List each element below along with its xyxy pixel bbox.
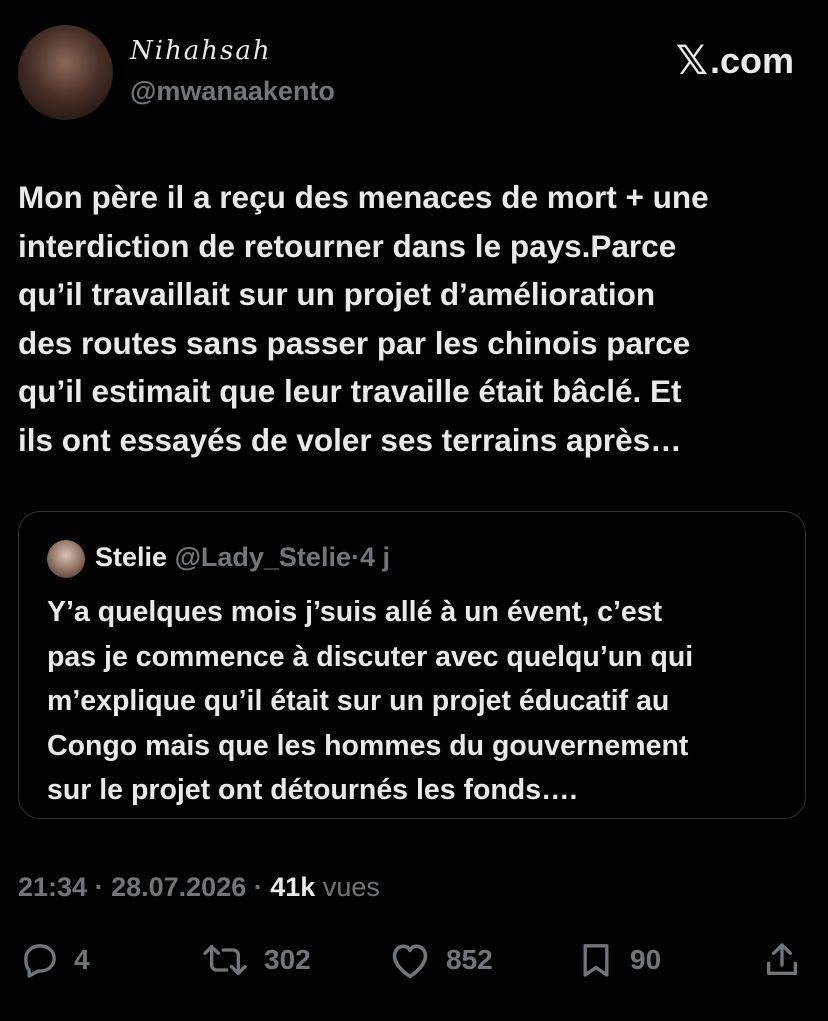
views-count: 41k	[270, 872, 316, 902]
tweet-meta: 21:34 · 28.07.2026 · 41k vues	[18, 872, 380, 903]
reply-icon	[20, 940, 60, 980]
reply-count: 4	[74, 944, 90, 975]
author-handle[interactable]: @mwanaakento	[130, 76, 335, 107]
x-logo: 𝕏 .com	[676, 38, 794, 84]
bookmark-count: 90	[630, 944, 662, 975]
quoted-text: Y’a quelques mois j’suis allé à un évent…	[47, 596, 694, 806]
like-count: 852	[446, 944, 493, 975]
meta-separator: ·	[253, 872, 263, 902]
bookmark-button[interactable]: 90	[576, 940, 661, 980]
x-logo-icon: 𝕏	[675, 38, 708, 84]
reply-button[interactable]: 4	[20, 940, 90, 980]
brand-domain: .com	[709, 40, 794, 81]
quoted-time[interactable]: 4 j	[360, 542, 390, 572]
retweet-count: 302	[264, 944, 311, 975]
tweet-text: Mon père il a reçu des menaces de mort +…	[18, 179, 709, 458]
tweet-time[interactable]: 21:34	[18, 872, 87, 902]
quoted-name[interactable]: Stelie	[95, 542, 167, 572]
retweet-icon	[200, 940, 250, 980]
retweet-button[interactable]: 302	[200, 940, 311, 980]
author-avatar[interactable]	[18, 25, 113, 120]
quoted-header: Stelie @Lady_Stelie·4 j	[95, 542, 390, 573]
like-button[interactable]: 852	[388, 940, 493, 980]
share-icon	[762, 940, 802, 980]
quoted-handle[interactable]: @Lady_Stelie	[175, 542, 351, 572]
bookmark-icon	[576, 940, 616, 980]
quoted-tweet[interactable]: Stelie @Lady_Stelie·4 j Y’a quelques moi…	[18, 511, 806, 819]
quoted-avatar[interactable]	[47, 540, 85, 578]
author-display-name[interactable]: Nihahsah	[130, 36, 272, 66]
quoted-separator: ·	[350, 542, 360, 572]
tweet-date[interactable]: 28.07.2026	[111, 872, 246, 902]
share-button[interactable]	[762, 940, 802, 980]
views-label: vues	[322, 872, 380, 902]
heart-icon	[388, 940, 432, 980]
meta-separator: ·	[94, 872, 104, 902]
